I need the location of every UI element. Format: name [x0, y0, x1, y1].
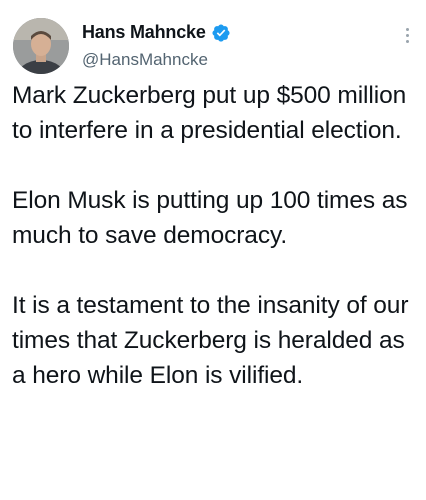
- author-handle[interactable]: @HansMahncke: [82, 50, 208, 70]
- author-name-row: Hans Mahncke: [82, 22, 231, 43]
- tweet-paragraph: Mark Zuckerberg put up $500 million to i…: [12, 82, 407, 144]
- verified-badge-icon: [212, 23, 230, 42]
- tweet-card: Hans Mahncke @HansMahncke Mark Zuckerber…: [0, 0, 426, 500]
- author-display-name[interactable]: Hans Mahncke: [82, 22, 206, 43]
- tweet-text: Mark Zuckerberg put up $500 million to i…: [12, 78, 416, 393]
- avatar[interactable]: [13, 18, 69, 74]
- more-options-icon[interactable]: [404, 28, 410, 46]
- tweet-paragraph: Elon Musk is putting up 100 times as muc…: [12, 187, 408, 249]
- tweet-paragraph: It is a testament to the insanity of our…: [12, 292, 409, 389]
